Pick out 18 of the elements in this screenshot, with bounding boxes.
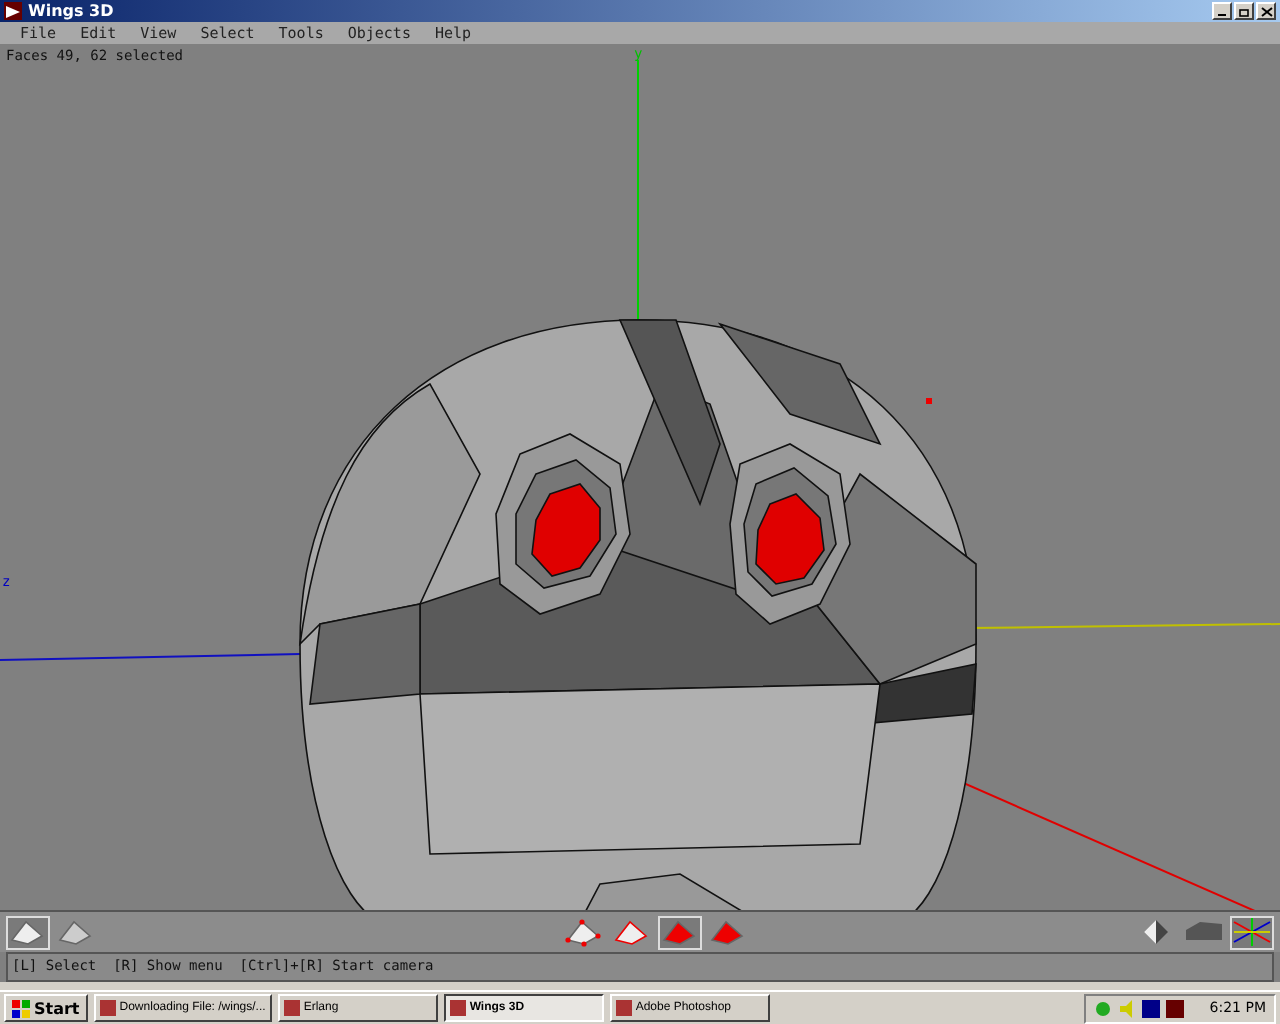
restore-button[interactable]	[1234, 2, 1254, 20]
app-icon	[99, 1000, 116, 1016]
point-marker	[926, 398, 932, 404]
start-button[interactable]: Start	[4, 994, 88, 1022]
minimize-button[interactable]	[1212, 2, 1232, 20]
app-icon	[4, 2, 22, 20]
restore-icon	[1237, 5, 1251, 17]
window-title: Wings 3D	[28, 1, 114, 21]
close-button[interactable]	[1256, 2, 1276, 20]
select-mode-button[interactable]	[658, 915, 702, 949]
display-button[interactable]	[1230, 915, 1274, 949]
view-mode-button[interactable]	[6, 915, 50, 949]
close-icon	[1259, 5, 1273, 17]
app-icon	[283, 1000, 300, 1016]
select-mode-button[interactable]	[562, 915, 606, 949]
windows-logo-icon	[12, 999, 30, 1017]
app-icon	[449, 1000, 466, 1016]
app-icon	[615, 1000, 632, 1016]
